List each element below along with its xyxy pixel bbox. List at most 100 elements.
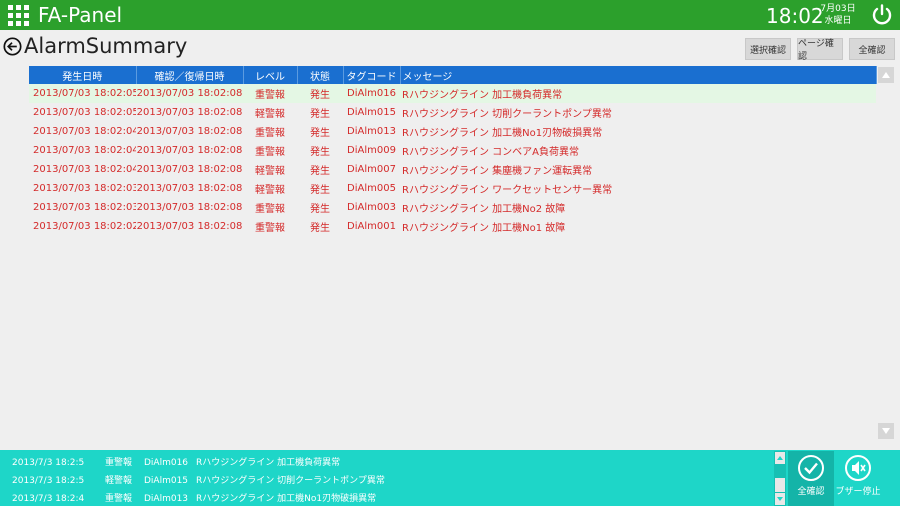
ticker-item[interactable]: 2013/7/3 18:2:5 重警報 DiAlm016 Rハウジングライン 加工機負… (12, 455, 340, 468)
tag-cell: DiAlm013 (347, 126, 396, 137)
table-row[interactable]: 2013/07/03 18:02:04 2013/07/03 18:02:08 重警… (29, 122, 876, 141)
ack-all-label: 全確認 (797, 487, 825, 497)
power-icon[interactable] (870, 3, 894, 27)
ack-time-cell: 2013/07/03 18:02:08 (136, 107, 243, 118)
app-title: FA-Panel (38, 3, 123, 27)
tag-cell: DiAlm016 (343, 84, 400, 103)
table-row[interactable]: 2013/07/03 18:02:03 2013/07/03 18:02:08 重警… (29, 198, 876, 217)
state-cell: 発生 (310, 109, 330, 120)
tag-cell: DiAlm009 (347, 145, 396, 156)
message-cell: Rハウジングライン コンベアA負荷異常 (402, 147, 579, 158)
ticker-item[interactable]: 2013/7/3 18:2:4 重警報 DiAlm013 Rハウジングライン 加工機N… (12, 491, 376, 504)
ticker-level: 重警報 (105, 458, 133, 468)
ack-time-cell: 2013/07/03 18:02:08 (136, 202, 243, 213)
page-title: AlarmSummary (24, 34, 188, 58)
ticker-level: 軽警報 (105, 476, 133, 486)
date-text: 7月03日 (820, 4, 856, 14)
occurred-cell: 2013/07/03 18:02:04 (33, 145, 136, 156)
level-cell: 重警報 (243, 84, 297, 103)
scroll-down-button[interactable] (878, 423, 894, 439)
col-level[interactable]: レベル (243, 66, 298, 84)
table-row[interactable]: 2013/07/03 18:02:02 2013/07/03 18:02:08 重警… (29, 217, 876, 236)
col-ack-time[interactable]: 確認／復帰日時 (136, 66, 244, 84)
ticker-level: 重警報 (105, 494, 133, 504)
state-cell: 発生 (310, 223, 330, 234)
level-cell: 重警報 (255, 223, 285, 234)
col-occurred[interactable]: 発生日時 (29, 66, 137, 84)
ticker-message: Rハウジングライン 加工機負荷異常 (196, 458, 341, 468)
ack-time-cell: 2013/07/03 18:02:08 (136, 84, 243, 103)
table-row[interactable]: 2013/07/03 18:02:05 2013/07/03 18:02:08 重警… (29, 84, 876, 103)
level-cell: 軽警報 (255, 109, 285, 120)
page-ack-button[interactable]: ページ確認 (797, 38, 843, 62)
occurred-cell: 2013/07/03 18:02:04 (33, 126, 136, 137)
ack-all-footer-button[interactable]: 全確認 (788, 451, 834, 506)
ticker-message: Rハウジングライン 加工機No1刃物破損異常 (196, 494, 377, 504)
state-cell: 発生 (310, 147, 330, 158)
alarm-table: 発生日時 確認／復帰日時 レベル 状態 タグコード メッセージ 2013/07/… (29, 66, 877, 236)
level-cell: 重警報 (255, 204, 285, 215)
ack-time-cell: 2013/07/03 18:02:08 (136, 126, 243, 137)
occurred-cell: 2013/07/03 18:02:04 (33, 164, 136, 175)
buzzer-stop-button[interactable]: ブザー停止 (835, 451, 881, 506)
state-cell: 発生 (310, 185, 330, 196)
ticker-time: 2013/7/3 18:2:5 (12, 476, 85, 486)
ticker-time: 2013/7/3 18:2:4 (12, 494, 85, 504)
title-bar: FA-Panel 18:02 7月03日 水曜日 (0, 0, 900, 30)
message-cell: Rハウジングライン 集塵機ファン運転異常 (402, 166, 593, 177)
ticker-scrollbar[interactable] (774, 451, 786, 506)
table-row[interactable]: 2013/07/03 18:02:04 2013/07/03 18:02:08 軽警… (29, 160, 876, 179)
tag-cell: DiAlm007 (347, 164, 396, 175)
check-circle-icon (798, 455, 824, 481)
occurred-cell: 2013/07/03 18:02:02 (33, 221, 136, 232)
level-cell: 重警報 (255, 128, 285, 139)
state-cell: 発生 (297, 84, 343, 103)
up-arrow-icon (882, 72, 890, 78)
occurred-cell: 2013/07/03 18:02:05 (29, 84, 136, 103)
col-state[interactable]: 状態 (297, 66, 344, 84)
ack-time-cell: 2013/07/03 18:02:08 (136, 145, 243, 156)
ticker-scroll-thumb[interactable] (775, 478, 785, 492)
all-ack-button[interactable]: 全確認 (849, 38, 895, 60)
tag-cell: DiAlm005 (347, 183, 396, 194)
occurred-cell: 2013/07/03 18:02:03 (33, 202, 136, 213)
message-cell: Rハウジングライン 加工機No1刃物破損異常 (402, 128, 603, 139)
ticker-message: Rハウジングライン 切削クーラントポンプ異常 (196, 476, 385, 486)
ack-time-cell: 2013/07/03 18:02:08 (136, 164, 243, 175)
tag-cell: DiAlm015 (347, 107, 396, 118)
level-cell: 重警報 (255, 147, 285, 158)
ticker-tag: DiAlm013 (144, 494, 189, 504)
table-row[interactable]: 2013/07/03 18:02:03 2013/07/03 18:02:08 軽警… (29, 179, 876, 198)
ticker-scroll-down[interactable] (775, 493, 785, 505)
date-display: 7月03日 水曜日 (818, 3, 858, 27)
buzzer-stop-label: ブザー停止 (835, 487, 881, 497)
ticker-scroll-up[interactable] (775, 452, 785, 464)
select-ack-button[interactable]: 選択確認 (745, 38, 791, 60)
occurred-cell: 2013/07/03 18:02:03 (33, 183, 136, 194)
clock: 18:02 (766, 4, 824, 28)
ticker-item[interactable]: 2013/7/3 18:2:5 軽警報 DiAlm015 Rハウジングライン 切削クー… (12, 473, 385, 486)
message-cell: Rハウジングライン ワークセットセンサー異常 (402, 185, 613, 196)
col-tag[interactable]: タグコード (343, 66, 401, 84)
scroll-up-button[interactable] (878, 67, 894, 83)
apps-grid-icon[interactable] (8, 5, 29, 26)
weekday-text: 水曜日 (824, 16, 852, 26)
level-cell: 軽警報 (255, 166, 285, 177)
ack-time-cell: 2013/07/03 18:02:08 (136, 221, 243, 232)
ticker-tag: DiAlm016 (144, 458, 189, 468)
message-cell: Rハウジングライン 切削クーラントポンプ異常 (402, 109, 612, 120)
back-arrow-icon[interactable] (3, 37, 22, 56)
level-cell: 軽警報 (255, 185, 285, 196)
state-cell: 発生 (310, 128, 330, 139)
table-row[interactable]: 2013/07/03 18:02:05 2013/07/03 18:02:08 軽警… (29, 103, 876, 122)
message-cell: Rハウジングライン 加工機負荷異常 (400, 84, 876, 103)
speaker-mute-icon (845, 455, 871, 481)
ticker-tag: DiAlm015 (144, 476, 189, 486)
tag-cell: DiAlm003 (347, 202, 396, 213)
state-cell: 発生 (310, 166, 330, 177)
table-row[interactable]: 2013/07/03 18:02:04 2013/07/03 18:02:08 重警… (29, 141, 876, 160)
col-message[interactable]: メッセージ (400, 66, 877, 84)
ack-time-cell: 2013/07/03 18:02:08 (136, 183, 243, 194)
message-cell: Rハウジングライン 加工機No1 故障 (402, 223, 566, 234)
table-header: 発生日時 確認／復帰日時 レベル 状態 タグコード メッセージ (29, 66, 877, 84)
